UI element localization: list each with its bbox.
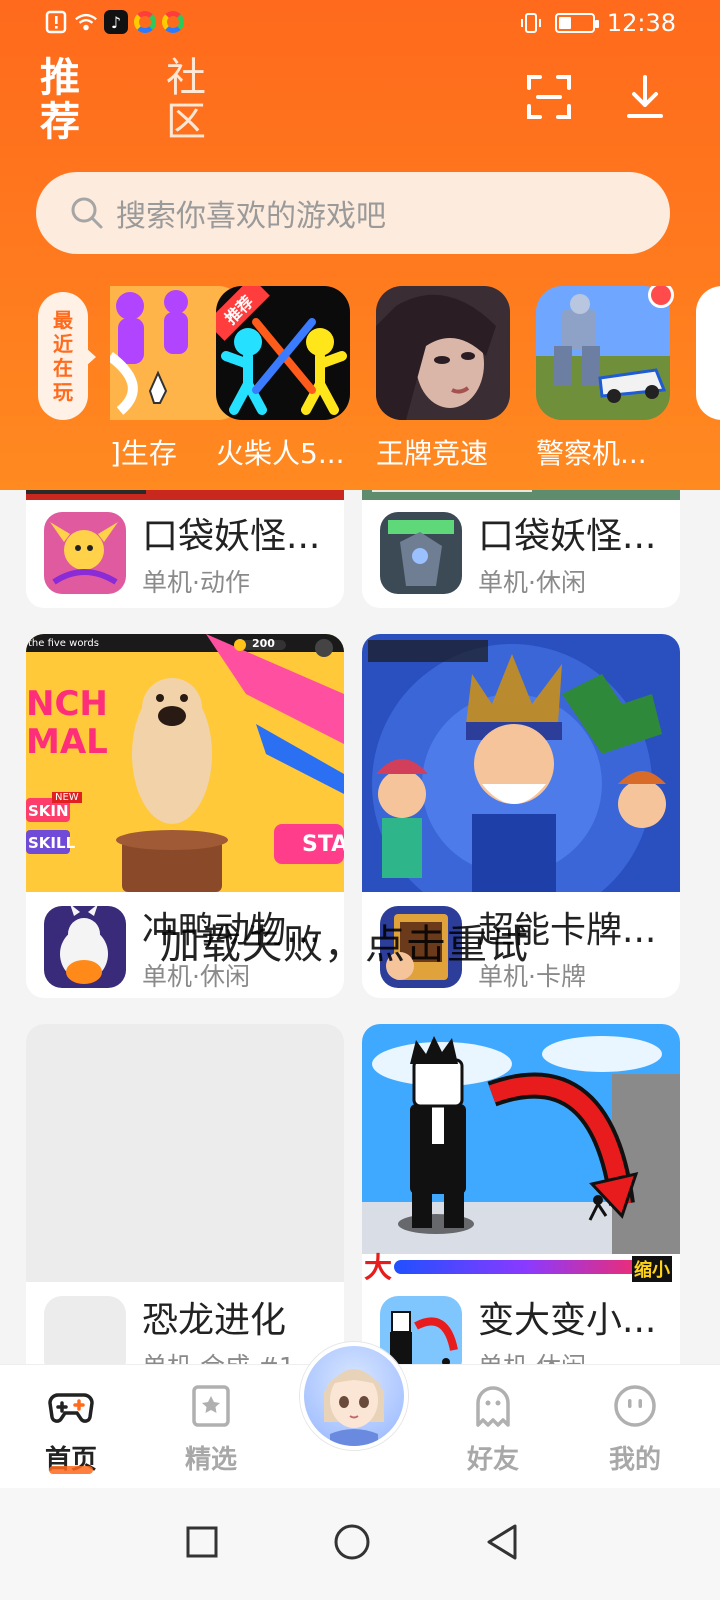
active-indicator [49, 1466, 93, 1474]
game-banner-placeholder [26, 1024, 344, 1282]
status-right: 12:38 [519, 9, 676, 37]
game-card[interactable]: 恐龙进化 单机·合成 #1 [26, 1024, 344, 1364]
game-icon [44, 512, 126, 594]
status-icons: ♪ [44, 10, 184, 34]
app-notification-icon-2 [162, 11, 184, 33]
avatar-center-button[interactable] [300, 1342, 408, 1450]
nav-home[interactable]: 首页 [26, 1383, 116, 1475]
recent-game-label: 警察机... [536, 437, 647, 470]
battery-level [558, 17, 572, 29]
game-text: 口袋妖怪... 单机·休闲 [478, 507, 678, 599]
new-update-dot [648, 286, 674, 308]
game-icon [380, 512, 462, 594]
vibrate-icon [519, 11, 543, 35]
game-card[interactable]: 口袋妖怪... 单机·动作 [26, 480, 344, 608]
recent-game-item[interactable]: 王牌竞速 [376, 286, 510, 472]
gamepad-icon [48, 1393, 94, 1423]
game-title: 口袋妖怪... [478, 516, 657, 557]
game-title: 变大变小... [478, 1300, 657, 1341]
recent-played-label: 最近在玩 [53, 308, 73, 404]
wifi-icon [74, 10, 98, 34]
game-title: 口袋妖怪... [142, 516, 321, 557]
recent-game-item[interactable]: 推荐 火柴人5... [216, 286, 350, 472]
ghost-icon [476, 1386, 510, 1427]
game-info: 口袋妖怪... 单机·动作 [26, 498, 344, 608]
tab-community[interactable]: 社区 [166, 56, 212, 148]
top-header: ♪ 12:38 推荐 社区 搜索你喜欢的游戏吧 最近在玩]生存 推荐 火柴人5… [0, 0, 720, 490]
coin-count: 200 [252, 637, 275, 650]
recent-games-list: ]生存 推荐 火柴人5... 王牌竞速 警察机... [110, 286, 720, 476]
shrink-label: 缩小 [632, 1256, 672, 1282]
battery-icon [554, 13, 599, 33]
tab-recommend[interactable]: 推荐 [40, 56, 86, 148]
big-label: 大 [364, 1251, 393, 1282]
game-card[interactable]: 口袋妖怪... 单机·休闲 [362, 480, 680, 608]
search-placeholder: 搜索你喜欢的游戏吧 [116, 199, 386, 234]
home-button[interactable] [322, 1512, 382, 1572]
game-icon [380, 1296, 462, 1364]
game-icon [376, 286, 510, 420]
banner-caption: the five words [28, 638, 99, 649]
search-bar[interactable]: 搜索你喜欢的游戏吧 [36, 172, 670, 254]
game-info: 恐龙进化 单机·合成 #1 [26, 1282, 344, 1364]
top-tabs: 推荐 社区 [40, 56, 212, 148]
alert-icon [44, 10, 68, 34]
square-icon [186, 1526, 218, 1558]
game-card-grid: 口袋妖怪... 单机·动作 口袋妖怪... 单机·休闲 the five wor… [0, 480, 720, 1364]
smiley-icon [614, 1385, 656, 1427]
game-banner [362, 634, 680, 892]
nav-me[interactable]: 我的 [590, 1383, 680, 1476]
nav-label: 精选 [184, 1445, 237, 1475]
banner-title-1: NCH [26, 684, 108, 724]
download-button[interactable] [620, 72, 670, 122]
game-icon [44, 906, 126, 988]
clock: 12:38 [606, 9, 676, 37]
skin-button-label: SKIN [28, 802, 69, 820]
scan-icon [527, 75, 571, 119]
download-icon [627, 75, 663, 118]
skill-button-label: SKILL [28, 834, 76, 852]
nav-label: 好友 [466, 1445, 519, 1475]
star-bookmark-icon [192, 1385, 230, 1427]
game-subtitle: 单机·休闲 [478, 1347, 678, 1364]
game-icon [536, 286, 670, 420]
circle-icon [334, 1524, 370, 1560]
back-button[interactable] [472, 1512, 532, 1572]
back-triangle-icon [487, 1524, 517, 1560]
nav-friends[interactable]: 好友 [448, 1383, 538, 1476]
game-subtitle: 单机·动作 [142, 568, 250, 597]
recent-game-item[interactable]: 警察机... [536, 286, 674, 472]
recent-played-tab[interactable]: 最近在玩 [38, 292, 96, 420]
game-banner: the five words 200 NCH MAL NEW SKIN SKIL… [26, 634, 344, 892]
avatar [324, 1369, 384, 1446]
system-nav-bar [0, 1488, 720, 1600]
game-banner: 大 缩小 [362, 1024, 680, 1282]
search-icon [71, 197, 103, 229]
game-text: 变大变小... 单机·休闲 [478, 1291, 678, 1364]
banner-title-2: MAL [26, 722, 108, 762]
nav-label: 我的 [608, 1445, 661, 1475]
game-info: 变大变小... 单机·休闲 [362, 1282, 680, 1364]
tiktok-icon: ♪ [104, 10, 128, 34]
game-text: 口袋妖怪... 单机·动作 [142, 507, 342, 599]
game-card[interactable]: 大 缩小 变大变小... 单机·休闲 [362, 1024, 680, 1364]
status-bar: ♪ 12:38 [0, 0, 720, 48]
game-info: 口袋妖怪... 单机·休闲 [362, 498, 680, 608]
nav-featured[interactable]: 精选 [166, 1383, 256, 1476]
app-notification-icon [134, 11, 156, 33]
scan-button[interactable] [524, 72, 574, 122]
game-subtitle: 单机·休闲 [478, 568, 586, 597]
start-button-label: STA [302, 832, 344, 857]
recents-button[interactable] [172, 1512, 232, 1572]
game-icon: 推荐 [216, 286, 350, 420]
recent-game-label: 火柴人5... [216, 437, 345, 470]
recent-game-label: 王牌竞速 [376, 437, 489, 470]
recent-game-item-partial[interactable] [696, 286, 720, 420]
game-icon-placeholder [44, 1296, 126, 1364]
game-text: 恐龙进化 单机·合成 #1 [142, 1291, 342, 1364]
header-actions [524, 72, 670, 122]
load-failed-retry-toast[interactable]: 加载失败，点击重试 [160, 912, 529, 970]
game-icon [696, 286, 720, 420]
game-title: 恐龙进化 [142, 1300, 287, 1341]
